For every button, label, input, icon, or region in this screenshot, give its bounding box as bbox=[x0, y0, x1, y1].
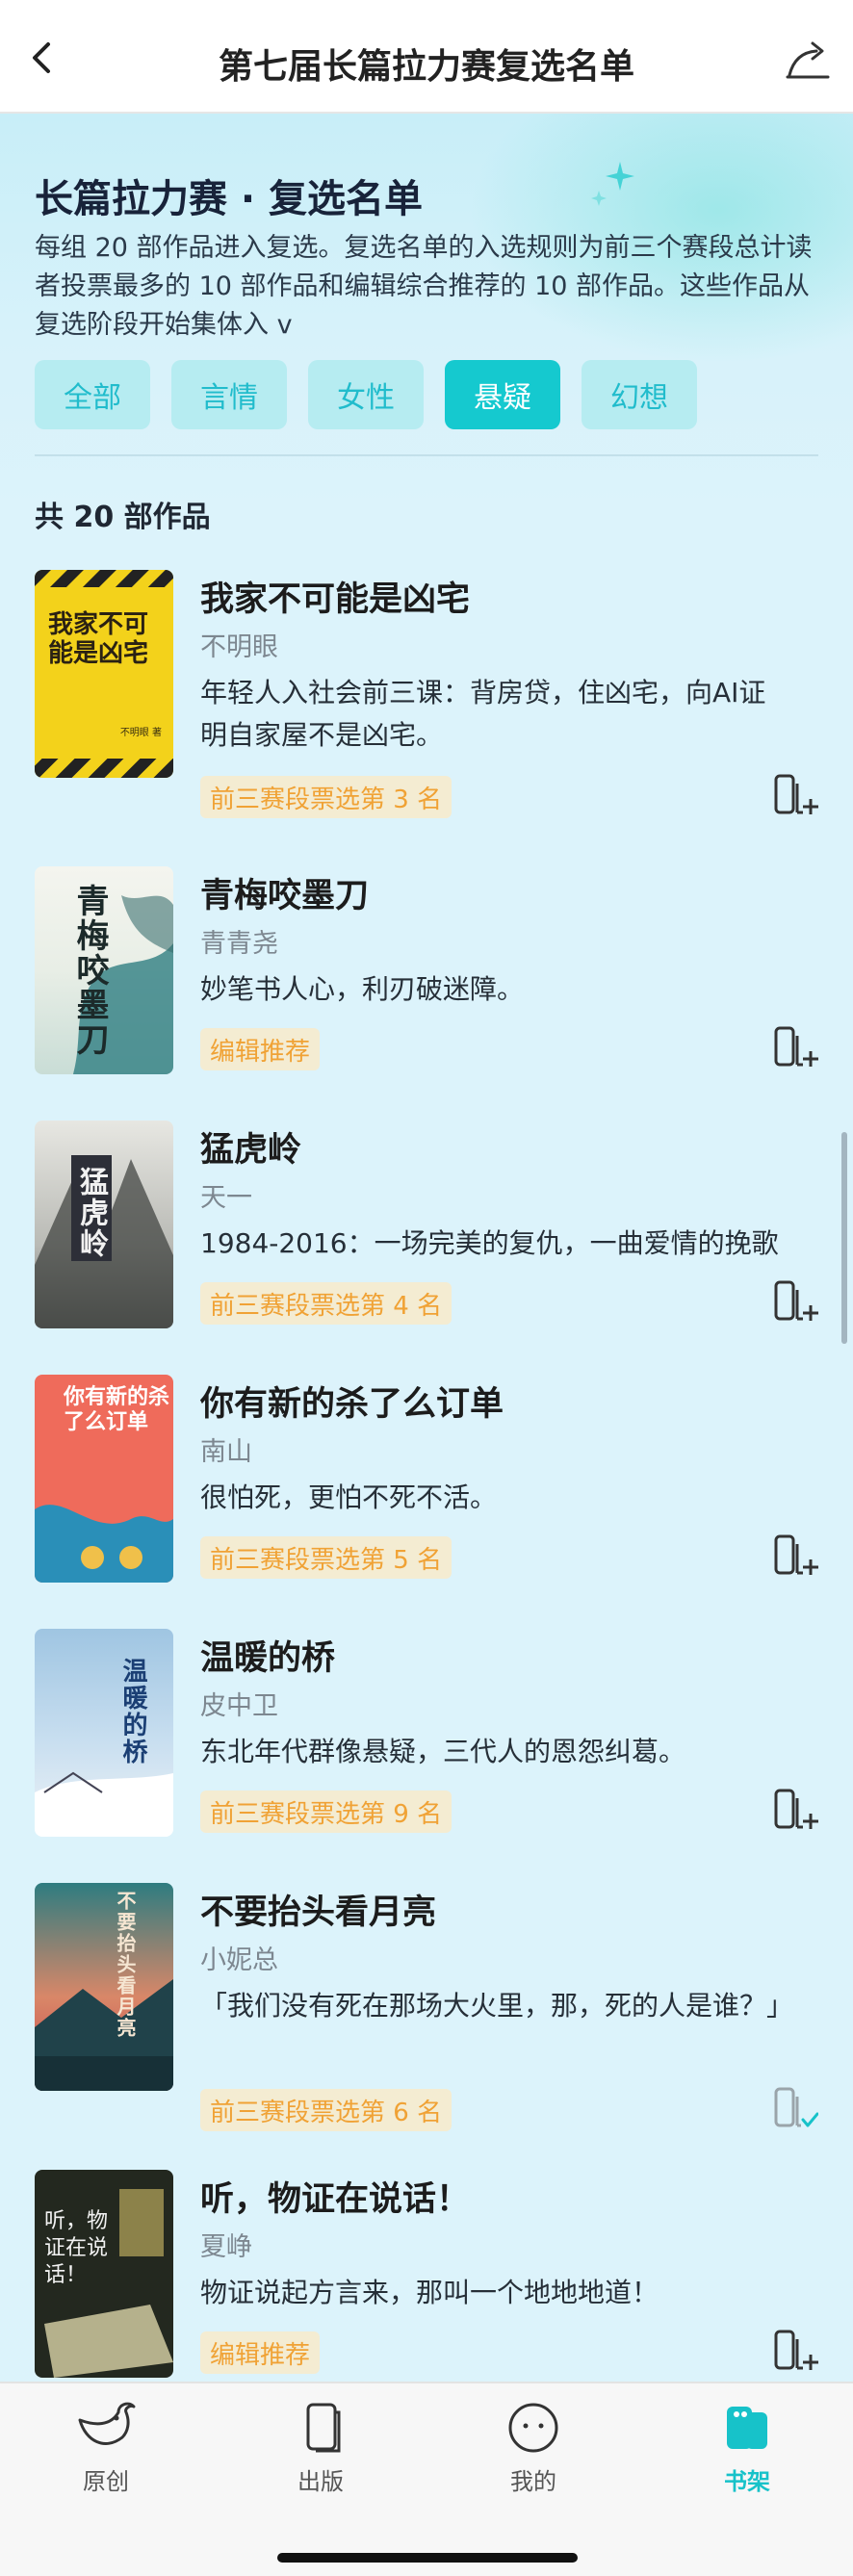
list-item[interactable]: 温暖的桥 温暖的桥 皮中卫 东北年代群像悬疑，三代人的恩怨纠葛。 前三赛段票选第… bbox=[35, 1629, 818, 1841]
nav-mine[interactable]: 我的 bbox=[476, 2399, 591, 2505]
book-description: 妙笔书人心，利刃破迷障。 bbox=[200, 973, 525, 1005]
book-cover[interactable]: 青梅咬墨刀 bbox=[35, 866, 173, 1074]
intro-description[interactable]: 每组 20 部作品进入复选。复选名单的入选规则为前三个赛段总计读者投票最多的 1… bbox=[35, 229, 822, 345]
cover-title: 温暖的桥 bbox=[118, 1658, 147, 1765]
book-cover[interactable]: 听，物证在说话！ bbox=[35, 2170, 173, 2378]
work-count: 共 20 部作品 bbox=[35, 501, 211, 534]
book-author: 不明眼 bbox=[200, 632, 278, 662]
book-cover[interactable]: 你有新的杀了么订单 bbox=[35, 1375, 173, 1583]
rank-badge: 前三赛段票选第 6 名 bbox=[200, 2089, 452, 2131]
tab-female[interactable]: 女性 bbox=[308, 360, 424, 429]
book-description: 「我们没有死在那场大火里，那，死的人是谁？」 bbox=[200, 1990, 794, 2022]
add-to-shelf-icon[interactable] bbox=[772, 774, 818, 816]
nav-original[interactable]: 原创 bbox=[48, 2399, 164, 2505]
bottom-tab-bar: 原创 出版 我的 书架 bbox=[0, 2382, 853, 2576]
editor-pick-badge: 编辑推荐 bbox=[200, 2331, 321, 2374]
cover-author: 不明眼 著 bbox=[119, 728, 162, 738]
rank-badge: 前三赛段票选第 5 名 bbox=[200, 1536, 452, 1579]
home-indicator bbox=[277, 2553, 578, 2563]
book-author: 夏峥 bbox=[200, 2232, 252, 2262]
added-to-shelf-icon[interactable] bbox=[772, 2087, 818, 2129]
list-item[interactable]: 你有新的杀了么订单 你有新的杀了么订单 南山 很怕死，更怕不死不活。 前三赛段票… bbox=[35, 1375, 818, 1586]
book-title[interactable]: 你有新的杀了么订单 bbox=[200, 1377, 504, 1426]
nav-label: 我的 bbox=[510, 2468, 556, 2495]
bird-icon bbox=[78, 2402, 136, 2445]
book-author: 皮中卫 bbox=[200, 1691, 278, 1721]
tab-all[interactable]: 全部 bbox=[35, 360, 150, 429]
add-to-shelf-icon[interactable] bbox=[772, 1026, 818, 1069]
cover-title: 我家不可能是凶宅 bbox=[48, 610, 149, 668]
rank-badge: 前三赛段票选第 4 名 bbox=[200, 1282, 452, 1325]
book-title[interactable]: 温暖的桥 bbox=[200, 1631, 335, 1680]
share-icon[interactable] bbox=[784, 37, 832, 81]
snow-bridge-art bbox=[35, 1771, 173, 1837]
book-cover[interactable]: 温暖的桥 bbox=[35, 1629, 173, 1837]
list-item[interactable]: 不要抬头看月亮 不要抬头看月亮 小妮总 「我们没有死在那场大火里，那，死的人是谁… bbox=[35, 1883, 818, 2131]
book-author: 青青尧 bbox=[200, 929, 278, 959]
book-title[interactable]: 猛虎岭 bbox=[200, 1122, 301, 1172]
divider bbox=[35, 454, 818, 456]
book-title[interactable]: 不要抬头看月亮 bbox=[200, 1885, 436, 1934]
tab-fantasy[interactable]: 幻想 bbox=[582, 360, 697, 429]
rank-badge: 前三赛段票选第 3 名 bbox=[200, 776, 452, 818]
book-title[interactable]: 我家不可能是凶宅 bbox=[200, 572, 470, 621]
list-item[interactable]: 听，物证在说话！ 听，物证在说话！ 夏峥 物证说起方言来，那叫一个地地地道！ 编… bbox=[35, 2170, 818, 2382]
book-cover[interactable]: 猛虎岭 bbox=[35, 1121, 173, 1328]
list-item[interactable]: 我家不可能是凶宅 不明眼 著 我家不可能是凶宅 不明眼 年轻人入社会前三课：背房… bbox=[35, 570, 818, 818]
scrollbar[interactable] bbox=[841, 1132, 847, 1344]
nav-header: 第七届长篇拉力赛复选名单 bbox=[0, 0, 853, 114]
add-to-shelf-icon[interactable] bbox=[772, 1280, 818, 1323]
book-author: 小妮总 bbox=[200, 1945, 278, 1975]
book-description: 东北年代群像悬疑，三代人的恩怨纠葛。 bbox=[200, 1736, 686, 1767]
page-title: 第七届长篇拉力赛复选名单 bbox=[218, 47, 634, 87]
book-icon bbox=[306, 2403, 341, 2453]
add-to-shelf-icon[interactable] bbox=[772, 2330, 818, 2372]
cover-title: 猛虎岭 bbox=[74, 1167, 108, 1259]
cover-title: 青梅咬墨刀 bbox=[70, 884, 109, 1057]
book-description: 物证说起方言来，那叫一个地地地道！ bbox=[200, 2277, 659, 2308]
nav-label: 原创 bbox=[83, 2468, 129, 2495]
book-description: 很怕死，更怕不死不活。 bbox=[200, 1481, 498, 1513]
book-title[interactable]: 青梅咬墨刀 bbox=[200, 868, 369, 917]
book-cover[interactable]: 不要抬头看月亮 bbox=[35, 1883, 173, 2091]
landscape-art bbox=[35, 1979, 173, 2091]
list-item[interactable]: 猛虎岭 猛虎岭 天一 1984-2016：一场完美的复仇，一曲爱情的挽歌 前三赛… bbox=[35, 1121, 818, 1332]
cover-title: 听，物证在说话！ bbox=[44, 2209, 109, 2287]
nav-label: 出版 bbox=[297, 2468, 344, 2495]
hazard-stripes bbox=[35, 570, 173, 778]
rank-badge: 前三赛段票选第 9 名 bbox=[200, 1790, 452, 1833]
add-to-shelf-icon[interactable] bbox=[772, 1534, 818, 1577]
book-cover[interactable]: 我家不可能是凶宅 不明眼 著 bbox=[35, 570, 173, 778]
book-description: 1984-2016：一场完美的复仇，一曲爱情的挽歌 bbox=[200, 1227, 779, 1259]
intro-title: 长篇拉力赛 · 复选名单 bbox=[35, 177, 424, 221]
nav-publishing[interactable]: 出版 bbox=[263, 2399, 378, 2505]
bookshelf-icon bbox=[727, 2407, 767, 2449]
cover-title: 你有新的杀了么订单 bbox=[64, 1384, 170, 1434]
book-title[interactable]: 听，物证在说话！ bbox=[200, 2172, 470, 2221]
book-author: 天一 bbox=[200, 1183, 252, 1213]
cover-title: 不要抬头看月亮 bbox=[114, 1891, 137, 2039]
list-item[interactable]: 青梅咬墨刀 青梅咬墨刀 青青尧 妙笔书人心，利刃破迷障。 编辑推荐 bbox=[35, 866, 818, 1078]
sparkle-icon bbox=[591, 162, 634, 206]
nav-label: 书架 bbox=[724, 2468, 770, 2495]
face-icon bbox=[508, 2403, 558, 2453]
nav-bookshelf[interactable]: 书架 bbox=[689, 2399, 805, 2505]
add-to-shelf-icon[interactable] bbox=[772, 1789, 818, 1831]
book-description: 年轻人入社会前三课：背房贷，住凶宅，向AI证明自家屋不是凶宅。 bbox=[200, 677, 766, 751]
book-author: 南山 bbox=[200, 1437, 252, 1467]
tab-mystery[interactable]: 悬疑 bbox=[445, 360, 560, 429]
content-area[interactable]: 长篇拉力赛 · 复选名单 每组 20 部作品进入复选。复选名单的入选规则为前三个… bbox=[0, 114, 853, 2382]
editor-pick-badge: 编辑推荐 bbox=[200, 1028, 321, 1070]
tab-romance[interactable]: 言情 bbox=[171, 360, 287, 429]
filter-tabs: 全部 言情 女性 悬疑 幻想 bbox=[35, 360, 718, 429]
